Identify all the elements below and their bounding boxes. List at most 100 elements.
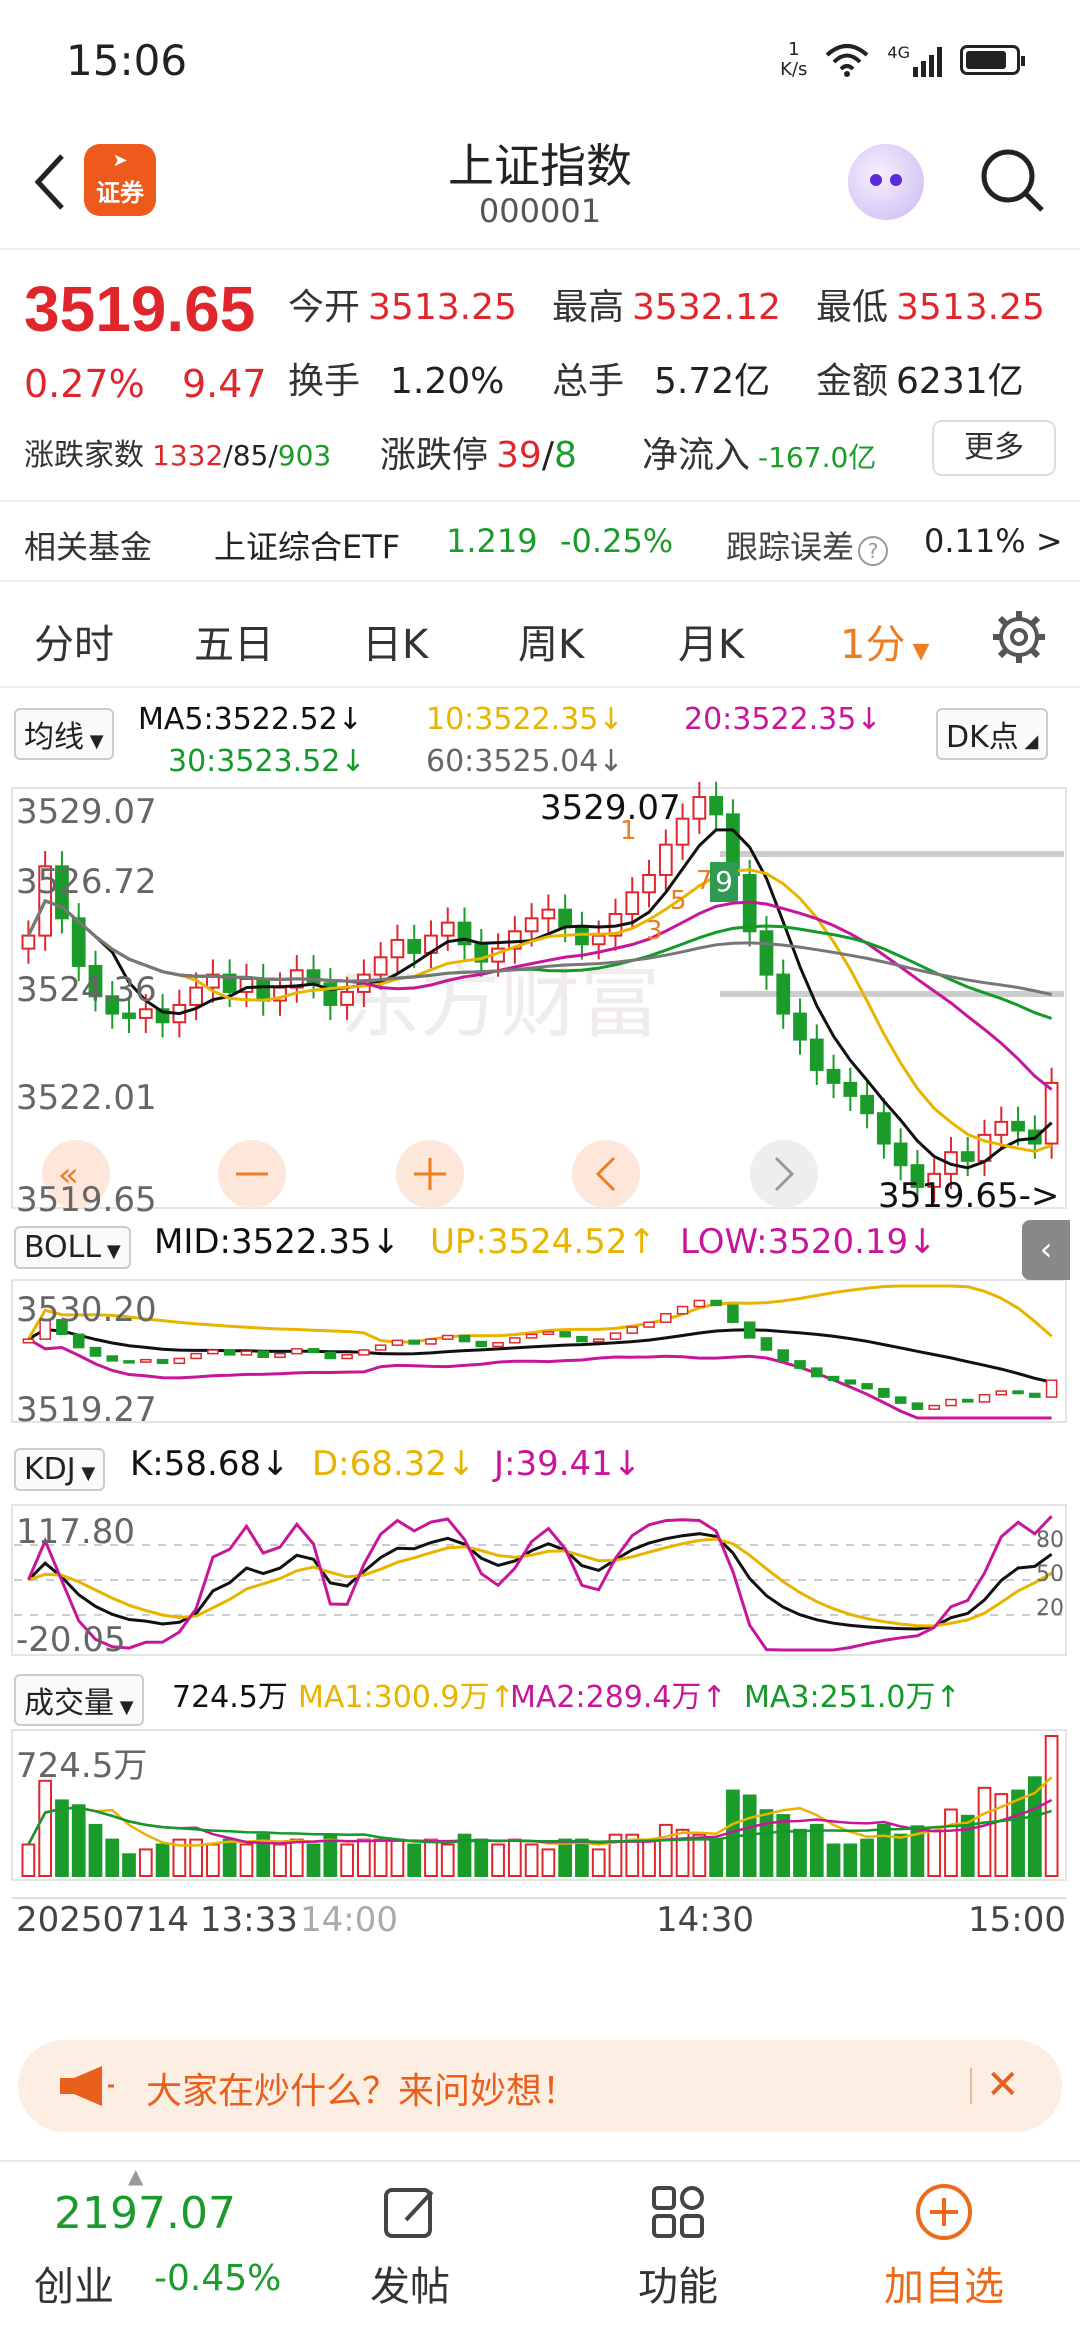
tab-weekly-k[interactable]: 周K — [518, 612, 584, 670]
tab-daily-k[interactable]: 日K — [362, 612, 428, 670]
help-icon: ? — [858, 536, 889, 566]
functions-button[interactable]: 功能 — [598, 2182, 758, 2312]
low-marker-label: 3519.65-> — [878, 1176, 1060, 1216]
tab-one-minute[interactable]: 1分 ▼ — [840, 612, 929, 670]
kdj-toggle[interactable]: KDJ ▼ — [14, 1448, 106, 1491]
turnover-field: 换手 1.20% — [288, 361, 505, 402]
candle — [1044, 1081, 1059, 1145]
tab-intraday[interactable]: 分时 — [34, 612, 114, 670]
breadth-field: 涨跌家数 1332/85/903 — [24, 438, 332, 473]
volume-bar — [1011, 1789, 1025, 1877]
volume-bar — [809, 1823, 824, 1878]
last-price: 3519.65 — [24, 273, 256, 345]
volume-bar — [977, 1786, 992, 1878]
boll-candle — [324, 1351, 337, 1360]
volume-bar — [877, 1823, 891, 1878]
volume-bar — [860, 1838, 874, 1877]
chinext-index-name[interactable]: 创业 — [34, 2254, 114, 2312]
signal-3: 3 — [646, 916, 663, 946]
boll-candle — [1012, 1390, 1024, 1395]
candle — [440, 921, 455, 937]
tab-five-day[interactable]: 五日 — [194, 612, 274, 670]
volume-bar — [222, 1838, 237, 1877]
candle — [541, 908, 556, 920]
y-label-bottom: 3519.65 — [16, 1180, 157, 1220]
boll-candle — [995, 1390, 1008, 1396]
boll-candle — [441, 1334, 454, 1340]
tab-monthly-k[interactable]: 月K — [678, 612, 744, 670]
ask-banner[interactable]: 大家在炒什么？来问妙想！ ✕ — [18, 2040, 1062, 2132]
boll-candle — [710, 1299, 722, 1307]
amount-field: 金额 6231亿 — [816, 361, 1024, 402]
volume-bar — [21, 1843, 36, 1877]
candle — [877, 1112, 891, 1145]
candle — [625, 891, 640, 915]
boll-candle — [307, 1348, 320, 1354]
boll-candle — [961, 1398, 974, 1403]
more-button[interactable]: 更多 — [932, 420, 1056, 476]
boll-candle — [274, 1352, 286, 1359]
kdj-j: J:39.41↓ — [494, 1444, 642, 1484]
change-percent: 0.27% — [24, 362, 145, 406]
volume-bar — [575, 1838, 589, 1877]
candle — [994, 1120, 1009, 1136]
kdj-y-top: 117.80 — [16, 1512, 135, 1552]
fund-name: 上证综合ETF — [214, 528, 401, 566]
candle — [843, 1081, 858, 1097]
post-button[interactable]: 发帖 — [330, 2182, 490, 2312]
boll-toggle[interactable]: BOLL ▼ — [14, 1226, 131, 1269]
volume-bar — [306, 1843, 321, 1877]
close-icon[interactable]: ✕ — [986, 2062, 1020, 2108]
add-watchlist-button[interactable]: 加自选 — [864, 2182, 1024, 2312]
boll-candle — [123, 1360, 135, 1364]
volume-bar — [239, 1843, 254, 1877]
network-speed: 1 K/s — [780, 39, 808, 80]
chart-area[interactable]: 均线 ▼ MA5:3522.52↓ 10:3522.35↓ 20:3522.35… — [0, 690, 1080, 1960]
chart-nav-buttons: « — [42, 1140, 818, 1208]
boll-candle — [223, 1349, 236, 1356]
signal-icon: 4G — [887, 43, 942, 77]
collapse-panel-button[interactable]: ‹ — [1022, 1220, 1070, 1280]
plus-circle-icon — [916, 2184, 972, 2240]
boll-candle — [525, 1333, 538, 1339]
change-amount: 9.47 — [182, 362, 267, 406]
volume-bar — [709, 1838, 723, 1877]
volume-bar — [491, 1843, 505, 1877]
candle — [893, 1142, 908, 1167]
boll-candle — [374, 1344, 387, 1351]
boll-candle — [894, 1396, 907, 1404]
volume-bar — [122, 1853, 136, 1878]
search-icon[interactable] — [976, 144, 1048, 216]
volume-bar — [55, 1799, 69, 1878]
boll-candle — [190, 1352, 202, 1360]
boll-candle — [844, 1379, 857, 1385]
assistant-robot-icon[interactable] — [848, 144, 924, 220]
candle — [960, 1151, 975, 1162]
boll-candle — [106, 1355, 119, 1362]
volume-bar — [474, 1838, 489, 1877]
volume-toggle[interactable]: 成交量 ▼ — [14, 1674, 144, 1726]
boll-candle — [794, 1360, 806, 1369]
volume-ma3: MA3:251.0万↑ — [744, 1680, 961, 1715]
boll-candle — [559, 1331, 571, 1338]
volume-bar — [289, 1838, 304, 1877]
time-axis-1400: 14:00 — [300, 1900, 398, 1940]
time-axis-start: 20250714 13:33 — [16, 1900, 298, 1940]
chinext-index-value[interactable]: 2197.07 — [54, 2188, 236, 2239]
boll-candle — [240, 1350, 253, 1356]
volume-bar — [843, 1843, 858, 1877]
scroll-left-button — [572, 1140, 640, 1208]
related-fund-row[interactable]: 相关基金 上证综合ETF 1.219 -0.25% 跟踪误差? 0.11% > — [0, 500, 1080, 582]
caret-down-icon: ▼ — [905, 639, 930, 664]
volume-bar — [524, 1843, 539, 1877]
kdj-ref-20: 20 — [1036, 1596, 1064, 1621]
signal-5: 5 — [670, 886, 687, 916]
boll-candle — [207, 1349, 219, 1355]
chinext-index-pct: -0.45% — [154, 2258, 282, 2299]
volume-bar — [407, 1843, 422, 1877]
gear-icon[interactable] — [990, 608, 1048, 666]
y-label-top: 3529.07 — [16, 792, 157, 832]
caret-up-icon: ▲ — [128, 2164, 144, 2188]
kdj-ref-50: 50 — [1036, 1562, 1064, 1587]
boll-up: UP:3524.52↑ — [430, 1222, 656, 1262]
